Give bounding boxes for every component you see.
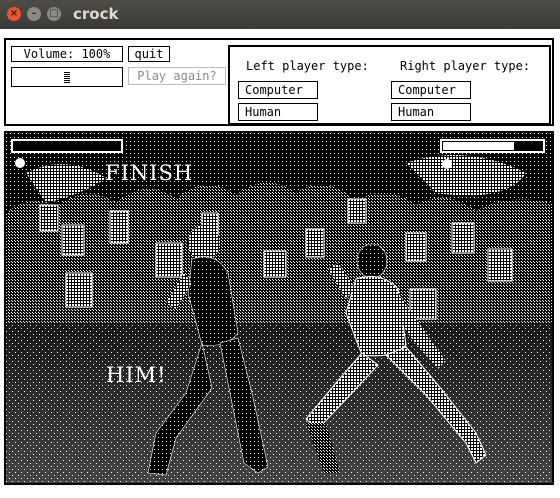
- announcement-finish: FINISH: [105, 161, 194, 185]
- close-icon[interactable]: ×: [7, 7, 21, 21]
- left-human-option[interactable]: Human: [238, 103, 318, 121]
- volume-label: Volume: 100%: [11, 46, 123, 62]
- right-health-fill: [443, 142, 514, 150]
- left-computer-option[interactable]: Computer: [238, 81, 318, 99]
- volume-slider[interactable]: [11, 67, 123, 87]
- window-title: crock: [73, 5, 119, 23]
- minimize-icon[interactable]: –: [27, 7, 41, 21]
- volume-slider-thumb[interactable]: [64, 71, 70, 83]
- control-panel: Volume: 100% quit Play again? Left playe…: [4, 38, 554, 126]
- announcement-him: HIM!: [106, 363, 167, 387]
- play-again-button: Play again?: [128, 67, 226, 85]
- maximize-icon[interactable]: □: [47, 7, 61, 21]
- title-bar: × – □ crock: [0, 0, 560, 29]
- game-arena: FINISH HIM!: [4, 131, 554, 485]
- right-computer-option[interactable]: Computer: [391, 81, 471, 99]
- player-type-group: Left player type: Right player type: Com…: [228, 45, 551, 125]
- left-health-bar: [11, 139, 123, 153]
- right-human-option[interactable]: Human: [391, 103, 471, 121]
- right-player-type-label: Right player type:: [400, 59, 531, 73]
- arena-scene: [6, 133, 552, 483]
- right-health-bar: [440, 139, 545, 153]
- left-player-type-label: Left player type:: [246, 59, 369, 73]
- quit-button[interactable]: quit: [128, 46, 170, 62]
